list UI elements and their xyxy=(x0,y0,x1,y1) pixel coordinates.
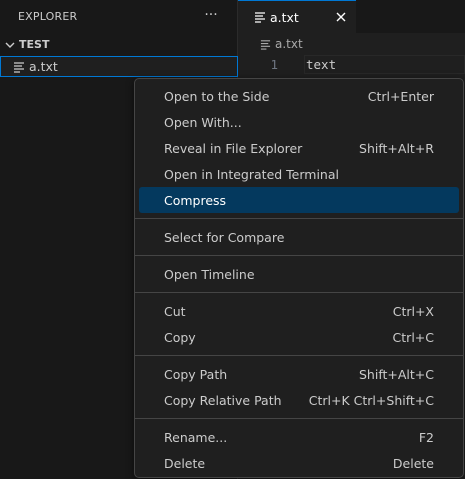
menu-item-label: Copy Relative Path xyxy=(164,392,282,408)
menu-item-open-to-the-side[interactable]: Open to the Side Ctrl+Enter xyxy=(139,83,459,109)
menu-item-reveal-in-file-explorer[interactable]: Reveal in File Explorer Shift+Alt+R xyxy=(139,135,459,161)
menu-item-label: Copy xyxy=(164,329,196,345)
menu-item-copy-path[interactable]: Copy Path Shift+Alt+C xyxy=(139,361,459,387)
close-icon[interactable] xyxy=(334,10,348,24)
folder-row-test[interactable]: TEST xyxy=(0,35,238,54)
text-file-icon xyxy=(260,39,271,50)
menu-item-label: Rename... xyxy=(164,429,228,445)
breadcrumb[interactable]: a.txt xyxy=(238,33,465,55)
menu-item-rename[interactable]: Rename... F2 xyxy=(139,424,459,450)
menu-item-copy[interactable]: Copy Ctrl+C xyxy=(139,324,459,350)
menu-item-shortcut: F2 xyxy=(418,429,434,445)
menu-item-label: Copy Path xyxy=(164,366,228,382)
menu-separator xyxy=(135,292,463,293)
menu-item-shortcut: Delete xyxy=(392,455,434,471)
breadcrumb-file: a.txt xyxy=(275,37,303,51)
menu-item-shortcut: Ctrl+K Ctrl+Shift+C xyxy=(308,392,434,408)
menu-item-label: Open to the Side xyxy=(164,88,270,104)
menu-item-label: Open Timeline xyxy=(164,266,255,282)
code-line[interactable]: 1 text xyxy=(238,55,465,74)
tab-bar: a.txt xyxy=(238,0,465,33)
menu-item-cut[interactable]: Cut Ctrl+X xyxy=(139,298,459,324)
menu-item-shortcut: Ctrl+Enter xyxy=(367,88,434,104)
line-number: 1 xyxy=(270,57,278,72)
menu-item-copy-relative-path[interactable]: Copy Relative Path Ctrl+K Ctrl+Shift+C xyxy=(139,387,459,413)
menu-item-label: Reveal in File Explorer xyxy=(164,140,303,156)
menu-item-shortcut: Shift+Alt+R xyxy=(359,140,434,156)
file-name: a.txt xyxy=(29,59,58,74)
menu-item-shortcut: Shift+Alt+C xyxy=(358,366,434,382)
menu-item-label: Cut xyxy=(164,303,186,319)
menu-separator xyxy=(135,418,463,419)
menu-item-open-with[interactable]: Open With... xyxy=(139,109,459,135)
tab-label: a.txt xyxy=(270,9,299,25)
menu-separator xyxy=(135,255,463,256)
menu-separator xyxy=(135,355,463,356)
text-file-icon xyxy=(14,61,24,73)
menu-item-open-timeline[interactable]: Open Timeline xyxy=(139,261,459,287)
menu-separator xyxy=(135,218,463,219)
menu-item-label: Open With... xyxy=(164,114,242,130)
menu-item-open-in-integrated-terminal[interactable]: Open in Integrated Terminal xyxy=(139,161,459,187)
file-row-a-txt[interactable]: a.txt xyxy=(0,56,238,77)
menu-item-shortcut: Ctrl+C xyxy=(392,329,434,345)
vscode-window: EXPLORER ··· TEST a.txt a.txt a.txt 1 te… xyxy=(0,0,465,479)
code-text[interactable]: text xyxy=(306,55,336,74)
menu-item-shortcut: Ctrl+X xyxy=(392,303,434,319)
chevron-down-icon xyxy=(5,42,15,48)
menu-item-compress[interactable]: Compress xyxy=(139,187,459,213)
menu-item-delete[interactable]: Delete Delete xyxy=(139,450,459,476)
menu-item-label: Open in Integrated Terminal xyxy=(164,166,339,182)
tab-a-txt[interactable]: a.txt xyxy=(238,0,356,33)
text-file-icon xyxy=(255,12,265,23)
ellipsis-icon[interactable]: ··· xyxy=(203,8,219,24)
menu-item-select-for-compare[interactable]: Select for Compare xyxy=(139,224,459,250)
menu-item-label: Compress xyxy=(164,192,227,208)
folder-name: TEST xyxy=(19,38,50,51)
menu-item-label: Delete xyxy=(164,455,206,471)
menu-item-label: Select for Compare xyxy=(164,229,285,245)
context-menu: Open to the Side Ctrl+Enter Open With... Re… xyxy=(134,78,464,478)
